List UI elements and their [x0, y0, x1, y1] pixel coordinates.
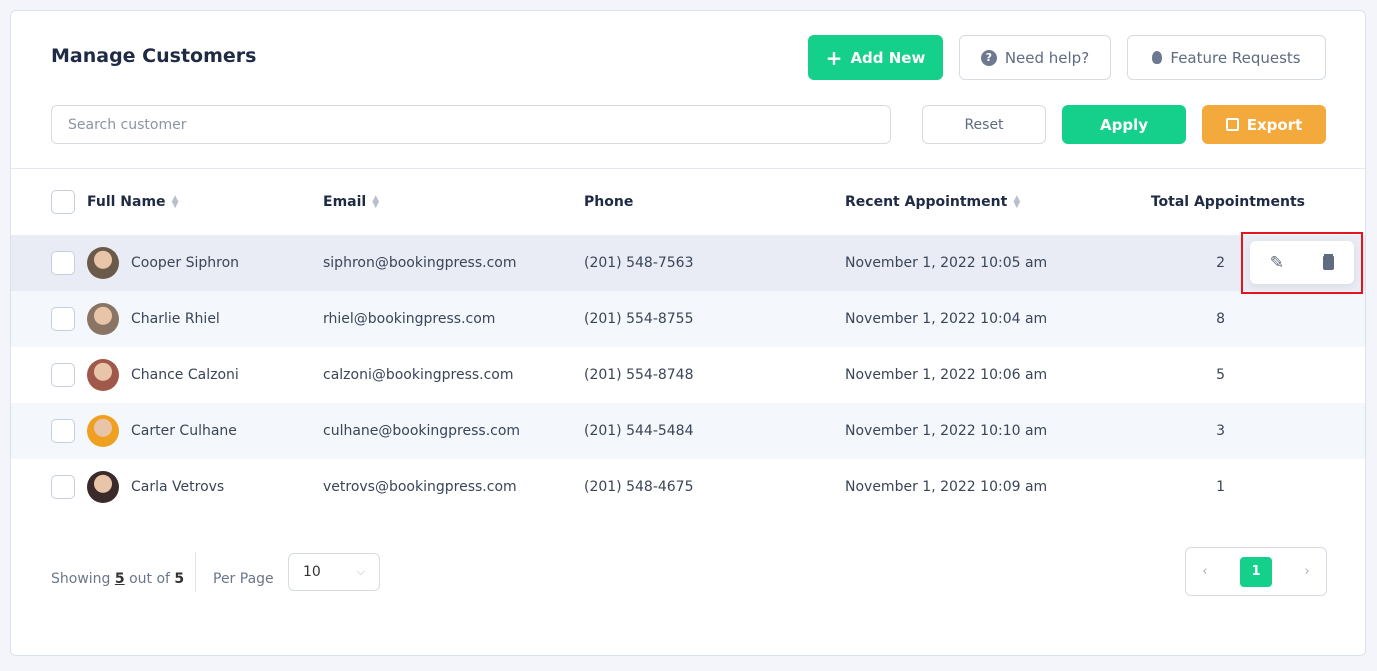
customer-phone: (201) 548-7563 [584, 255, 694, 271]
recent-appointment: November 1, 2022 10:06 am [845, 367, 1048, 383]
total-appointments: 2 [1216, 255, 1225, 271]
recent-appointment: November 1, 2022 10:10 am [845, 423, 1048, 439]
divider [195, 552, 196, 592]
avatar [87, 415, 119, 447]
customer-phone: (201) 548-4675 [584, 479, 694, 495]
page-1-button[interactable]: 1 [1240, 556, 1272, 587]
showing-count: Showing 5 out of 5 [51, 571, 185, 587]
pagination: ‹ 1 › [1185, 547, 1327, 596]
feature-requests-button[interactable]: Feature Requests [1127, 35, 1326, 80]
customer-email: rhiel@bookingpress.com [323, 311, 496, 327]
per-page-select[interactable]: 10 ⌵ [288, 553, 380, 591]
export-icon [1225, 118, 1239, 131]
column-recent-appointment[interactable]: Recent Appointment ▲ ▼ [845, 194, 1020, 210]
apply-button[interactable]: Apply [1062, 105, 1186, 144]
column-full-name[interactable]: Full Name ▲ ▼ [87, 194, 178, 210]
recent-appointment: November 1, 2022 10:04 am [845, 311, 1048, 327]
help-icon: ? [980, 49, 997, 66]
row-checkbox[interactable] [51, 419, 75, 443]
reset-button[interactable]: Reset [922, 105, 1046, 144]
customer-name: Carla Vetrovs [131, 479, 225, 495]
page-title: Manage Customers [51, 45, 257, 67]
customer-name: Carter Culhane [131, 423, 237, 439]
prev-page-button[interactable]: ‹ [1202, 564, 1207, 579]
customer-name: Cooper Siphron [131, 255, 240, 271]
table-row[interactable]: Chance Calzoni calzoni@bookingpress.com … [11, 347, 1365, 403]
table-row[interactable]: Cooper Siphron siphron@bookingpress.com … [11, 235, 1365, 291]
total-appointments: 5 [1216, 367, 1225, 383]
sort-icon: ▲ ▼ [1013, 193, 1021, 210]
table-header: Full Name ▲ ▼ Email ▲ ▼ Phone Recent Appoint… [11, 169, 1365, 234]
row-checkbox[interactable] [51, 475, 75, 499]
total-appointments: 8 [1216, 311, 1225, 327]
select-all-checkbox[interactable] [51, 189, 75, 214]
customer-name: Chance Calzoni [131, 367, 239, 383]
total-appointments: 3 [1216, 423, 1225, 439]
customer-phone: (201) 554-8755 [584, 311, 694, 327]
customer-email: siphron@bookingpress.com [323, 255, 517, 271]
highlight-box [1241, 232, 1363, 294]
per-page-label: Per Page [213, 571, 274, 587]
column-phone: Phone [584, 193, 634, 210]
customer-phone: (201) 544-5484 [584, 423, 694, 439]
recent-appointment: November 1, 2022 10:05 am [845, 255, 1048, 271]
column-total-appointments: Total Appointments [1150, 193, 1305, 210]
search-input[interactable] [51, 105, 891, 144]
add-new-button[interactable]: + Add New [808, 35, 943, 80]
customer-email: culhane@bookingpress.com [323, 423, 521, 439]
next-page-button[interactable]: › [1305, 564, 1310, 579]
recent-appointment: November 1, 2022 10:09 am [845, 479, 1048, 495]
customer-name: Charlie Rhiel [131, 311, 220, 327]
sort-icon: ▲ ▼ [171, 193, 179, 210]
avatar [87, 247, 119, 279]
export-button[interactable]: Export [1202, 105, 1326, 144]
sort-icon: ▲ ▼ [372, 193, 380, 210]
customers-panel: Manage Customers + Add New ? Need help? Fe… [10, 10, 1366, 656]
total-appointments: 1 [1216, 479, 1225, 495]
chevron-down-icon: ⌵ [356, 565, 365, 578]
table-row[interactable]: Charlie Rhiel rhiel@bookingpress.com (20… [11, 291, 1365, 347]
table-row[interactable]: Carter Culhane culhane@bookingpress.com … [11, 403, 1365, 459]
avatar [87, 359, 119, 391]
customer-phone: (201) 554-8748 [584, 367, 694, 383]
avatar [87, 471, 119, 503]
table-row[interactable]: Carla Vetrovs vetrovs@bookingpress.com (… [11, 459, 1365, 515]
row-checkbox[interactable] [51, 307, 75, 331]
customer-email: vetrovs@bookingpress.com [323, 479, 517, 495]
need-help-button[interactable]: ? Need help? [959, 35, 1111, 80]
lightbulb-icon [1152, 51, 1163, 64]
avatar [87, 303, 119, 335]
row-checkbox[interactable] [51, 363, 75, 387]
plus-icon: + [825, 45, 843, 70]
row-checkbox[interactable] [51, 251, 75, 275]
column-email[interactable]: Email ▲ ▼ [323, 194, 379, 210]
customer-email: calzoni@bookingpress.com [323, 367, 514, 383]
